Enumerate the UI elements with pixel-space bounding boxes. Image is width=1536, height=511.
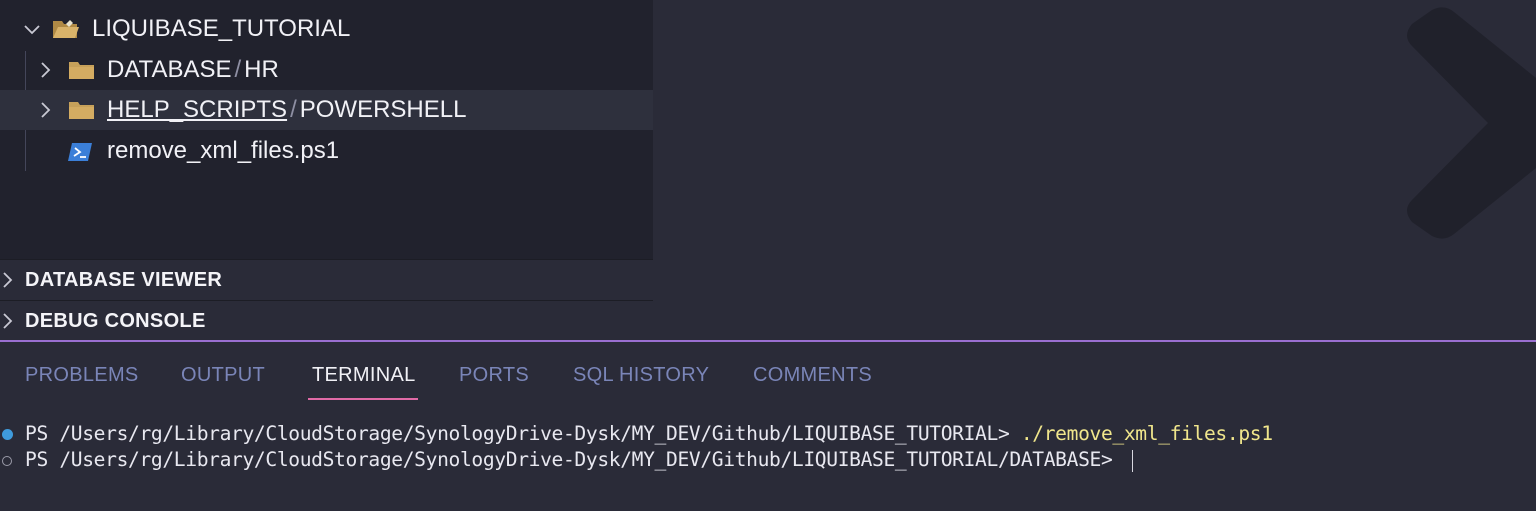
chevron-right-icon bbox=[0, 311, 20, 331]
tree-item-remove-xml-files[interactable]: remove_xml_files.ps1 bbox=[0, 131, 653, 171]
terminal-line-text: PS /Users/rg/Library/CloudStorage/Synolo… bbox=[25, 422, 1273, 445]
tree-item-database-hr[interactable]: DATABASE / HR bbox=[0, 50, 653, 90]
bottom-panel: PROBLEMS OUTPUT TERMINAL PORTS SQL HISTO… bbox=[0, 342, 1536, 511]
folder-open-icon bbox=[52, 18, 80, 40]
tree-root-label: LIQUIBASE_TUTORIAL bbox=[92, 15, 351, 42]
section-label: DATABASE VIEWER bbox=[25, 268, 223, 291]
chevron-down-icon bbox=[22, 19, 42, 39]
chevron-right-icon bbox=[0, 270, 20, 290]
section-label: DEBUG CONSOLE bbox=[25, 309, 206, 332]
active-tab-indicator bbox=[308, 398, 418, 400]
folder-icon bbox=[68, 59, 96, 81]
path-part: POWERSHELL bbox=[299, 96, 467, 123]
chevron-right-icon bbox=[36, 100, 56, 120]
tree-item-help-scripts-powershell[interactable]: HELP_SCRIPTS / POWERSHELL bbox=[0, 90, 653, 130]
section-database-viewer[interactable]: DATABASE VIEWER bbox=[0, 259, 653, 300]
tab-terminal[interactable]: TERMINAL bbox=[312, 364, 416, 387]
tree-item-label: remove_xml_files.ps1 bbox=[107, 137, 340, 164]
path-part: DATABASE bbox=[107, 56, 232, 83]
tree-root-liquibase-tutorial[interactable]: LIQUIBASE_TUTORIAL bbox=[0, 9, 653, 49]
terminal-line-text[interactable]: PS /Users/rg/Library/CloudStorage/Synolo… bbox=[25, 448, 1133, 472]
terminal-cursor bbox=[1131, 449, 1133, 472]
powershell-file-icon bbox=[67, 141, 93, 161]
tab-problems[interactable]: PROBLEMS bbox=[25, 364, 139, 387]
path-part: HELP_SCRIPTS bbox=[107, 96, 288, 123]
path-separator: / bbox=[290, 96, 297, 123]
path-part: HR bbox=[244, 56, 279, 83]
tab-ports[interactable]: PORTS bbox=[459, 364, 529, 387]
tab-output[interactable]: OUTPUT bbox=[181, 364, 265, 387]
explorer-panel: LIQUIBASE_TUTORIAL DATABASE / HR HELP_SCRI… bbox=[0, 0, 653, 259]
tree-item-label: DATABASE / HR bbox=[107, 56, 279, 84]
folder-icon bbox=[68, 99, 96, 121]
path-separator: / bbox=[234, 56, 242, 83]
command-success-dot-icon[interactable] bbox=[2, 429, 13, 440]
tab-sql-history[interactable]: SQL HISTORY bbox=[573, 364, 709, 387]
vscode-watermark-logo bbox=[1402, 6, 1536, 240]
terminal-prompt: PS /Users/rg/Library/CloudStorage/Synolo… bbox=[25, 422, 1021, 445]
terminal-prompt: PS /Users/rg/Library/CloudStorage/Synolo… bbox=[25, 448, 1124, 471]
chevron-right-icon bbox=[36, 60, 56, 80]
tree-item-label: HELP_SCRIPTS / POWERSHELL bbox=[107, 96, 466, 124]
command-pending-dot-icon[interactable] bbox=[2, 456, 12, 466]
tab-comments[interactable]: COMMENTS bbox=[753, 364, 872, 387]
section-debug-console[interactable]: DEBUG CONSOLE bbox=[0, 300, 653, 341]
terminal-command: ./remove_xml_files.ps1 bbox=[1020, 422, 1273, 445]
